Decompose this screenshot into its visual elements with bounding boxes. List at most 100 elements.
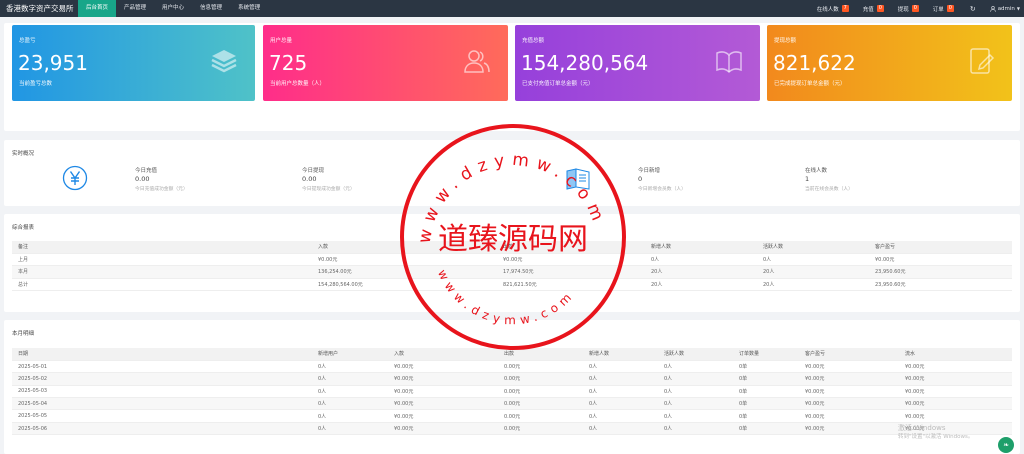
nav-products[interactable]: 产品管理 [116, 0, 154, 17]
table-row: 2025-05-05 0人 ¥0.00元 0.00元 0人 0人 0单 ¥0.00元 ¥0.00… [12, 409, 1012, 423]
column-header: 新增人数 [583, 348, 658, 361]
table-cell: 0人 [583, 397, 658, 411]
today-new-label: 今日新增 [638, 168, 661, 174]
table-cell: 0人 [312, 422, 388, 436]
table-cell: 0.00元 [498, 372, 583, 386]
card-value: 23,951 [18, 51, 88, 75]
table-cell: ¥0.00元 [899, 360, 1012, 374]
today-new-desc: 今日新增会员数（人） [638, 187, 686, 192]
nav-info[interactable]: 信息管理 [192, 0, 230, 17]
table-cell: 0人 [583, 422, 658, 436]
realtime-title: 实时概况 [12, 151, 35, 157]
recharge-label: 充值 [862, 6, 874, 13]
column-header: 客户盈亏 [799, 348, 899, 361]
user-menu[interactable]: admin ▼ [989, 5, 1020, 12]
table-cell: 23,950.60元 [869, 265, 1012, 279]
online-count-link[interactable]: 在线人数 7 [817, 5, 849, 13]
today-withdraw-desc: 今日提现成功金额（元） [302, 187, 355, 192]
card-label: 充值总额 [522, 38, 545, 44]
chevron-down-icon: ▼ [1016, 6, 1020, 11]
today-new-value: 0 [638, 175, 643, 183]
watermark-line2: 转到"设置"以激活 Windows。 [898, 434, 974, 440]
yen-icon [62, 165, 88, 191]
table-cell: ¥0.00元 [799, 385, 899, 399]
table-cell: 0人 [658, 409, 733, 423]
today-withdraw-label: 今日提现 [302, 168, 325, 174]
card-value: 821,622 [773, 51, 856, 75]
card-label: 总盈亏 [19, 38, 36, 44]
table-cell: ¥0.00元 [388, 422, 498, 436]
online-label: 在线人数 [816, 6, 839, 13]
online-users-value: 1 [805, 175, 810, 183]
table-cell: 0人 [312, 409, 388, 423]
online-badge: 7 [841, 5, 849, 12]
top-navbar: 香港数字资产交易所 后台首页 产品管理 用户中心 信息管理 系统管理 在线人数 … [0, 0, 1024, 17]
stat-card-profit[interactable]: 总盈亏 23,951 当前盈亏总数 [12, 25, 255, 101]
table-cell: ¥0.00元 [869, 253, 1012, 267]
table-cell: ¥0.00元 [799, 422, 899, 436]
edit-icon [970, 48, 995, 74]
stat-card-withdraw[interactable]: 提现总额 821,622 已完成提现订单总金额（元） [767, 25, 1012, 101]
online-users-label: 在线人数 [805, 168, 828, 174]
table-row: 2025-05-06 0人 ¥0.00元 0.00元 0人 0人 0单 ¥0.00元 ¥0.00… [12, 422, 1012, 436]
brand-title: 香港数字资产交易所 [6, 4, 74, 13]
table-cell: 2025-05-04 [12, 397, 312, 411]
recharge-link[interactable]: 充值 0 [863, 5, 884, 13]
card-value: 725 [269, 51, 308, 75]
table-cell: ¥0.00元 [388, 372, 498, 386]
table-cell: 0单 [733, 372, 799, 386]
table-cell: 0人 [312, 397, 388, 411]
table-row: 本月 136,254.00元 17,974.50元 20人 20人 23,950… [12, 265, 1012, 279]
table-cell: 0人 [312, 360, 388, 374]
table-cell: 136,254.00元 [312, 265, 497, 279]
table-cell: 0人 [583, 360, 658, 374]
online-users-desc: 当前在线会员数（人） [805, 187, 853, 192]
column-header: 新增人数 [645, 241, 757, 254]
realtime-panel: 实时概况 今日充值 0.00 今日充值成功金额（元） 今日提现 0.00 今日提… [4, 140, 1020, 206]
report-panel: 综合报表 备注 入款 出款 新增人数 活跃人数 客户盈亏 上月 ¥0.00元 ¥… [4, 214, 1020, 312]
user-name: admin [997, 5, 1015, 12]
table-cell: 2025-05-02 [12, 372, 312, 386]
table-cell: 2025-05-01 [12, 360, 312, 374]
table-cell: 20人 [645, 278, 757, 292]
table-row: 总计 154,280,564.00元 821,621.50元 20人 20人 2… [12, 278, 1012, 292]
table-cell: ¥0.00元 [497, 253, 645, 267]
column-header: 流水 [899, 348, 1012, 361]
table-row: 2025-05-03 0人 ¥0.00元 0.00元 0人 0人 0单 ¥0.00元 ¥0.00… [12, 385, 1012, 399]
card-value: 154,280,564 [521, 51, 649, 75]
withdraw-link[interactable]: 提现 0 [898, 5, 919, 13]
orders-link[interactable]: 订单 0 [933, 5, 954, 13]
table-cell: 20人 [645, 265, 757, 279]
column-header: 备注 [12, 241, 312, 254]
table-cell: ¥0.00元 [799, 372, 899, 386]
table-cell: 0人 [757, 253, 869, 267]
table-cell: 0单 [733, 409, 799, 423]
users-icon [464, 50, 490, 73]
table-cell: 0人 [312, 372, 388, 386]
nav-users[interactable]: 用户中心 [154, 0, 192, 17]
stat-card-recharge[interactable]: 充值总额 154,280,564 已支付充值订单总金额（元） [515, 25, 760, 101]
windows-activation-watermark: 激活 Windows 转到"设置"以激活 Windows。 [898, 424, 973, 442]
table-cell: 0.00元 [498, 397, 583, 411]
table-cell: ¥0.00元 [799, 360, 899, 374]
floating-action-button[interactable]: ❧ [998, 437, 1014, 453]
table-cell: 0人 [645, 253, 757, 267]
table-cell: 0.00元 [498, 409, 583, 423]
column-header: 活跃人数 [757, 241, 869, 254]
card-label: 用户总量 [270, 38, 293, 44]
book-icon [716, 51, 742, 74]
table-cell: 2025-05-06 [12, 422, 312, 436]
stat-card-users[interactable]: 用户总量 725 当前用户总数量（人） [263, 25, 508, 101]
table-cell: ¥0.00元 [312, 253, 497, 267]
table-cell: ¥0.00元 [899, 397, 1012, 411]
table-cell: 0单 [733, 360, 799, 374]
table-cell: ¥0.00元 [388, 397, 498, 411]
nav-system[interactable]: 系统管理 [230, 0, 268, 17]
table-cell: 0人 [658, 385, 733, 399]
table-cell: 0人 [658, 422, 733, 436]
nav-home[interactable]: 后台首页 [78, 0, 117, 17]
table-cell: 154,280,564.00元 [312, 278, 497, 292]
column-header: 日期 [12, 348, 312, 361]
refresh-icon[interactable]: ↻ [970, 5, 976, 13]
table-cell: 23,950.60元 [869, 278, 1012, 292]
